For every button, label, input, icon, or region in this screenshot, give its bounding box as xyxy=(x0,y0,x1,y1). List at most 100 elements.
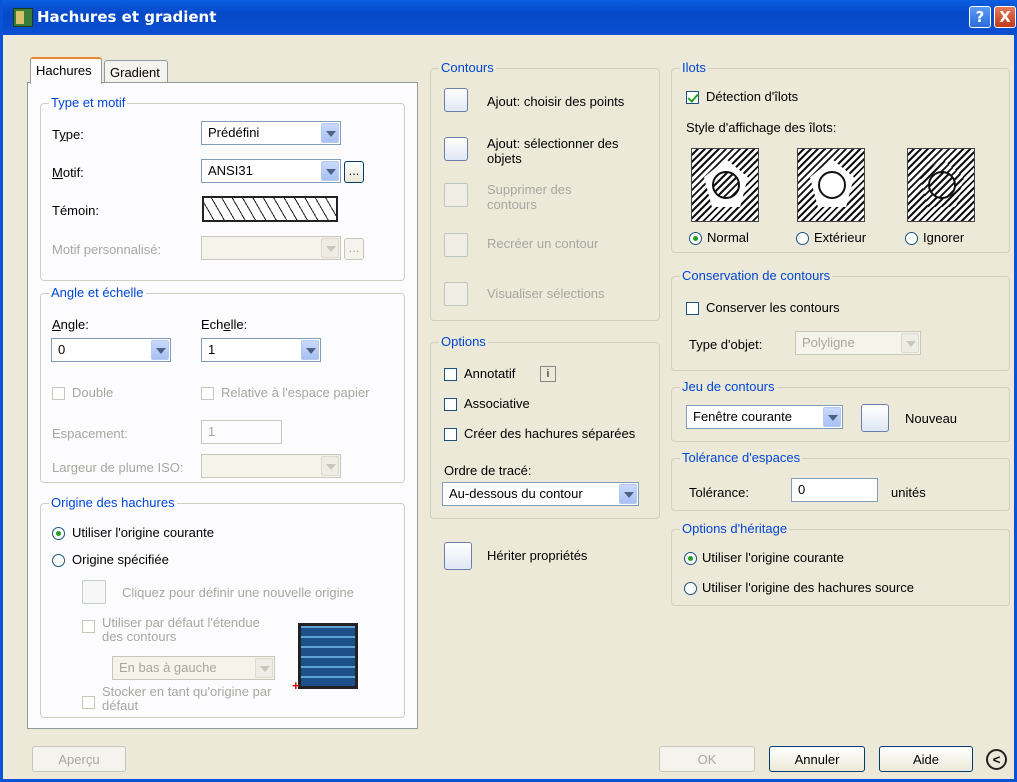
window-title: Hachures et gradient xyxy=(37,8,217,26)
angle-select[interactable]: 0 xyxy=(51,338,171,362)
associative-checkbox[interactable] xyxy=(444,398,457,411)
chevron-down-icon xyxy=(321,123,339,143)
visualiser-label[interactable]: Visualiser sélections xyxy=(487,286,605,301)
ilots-label: Ilots xyxy=(680,60,708,75)
origine-courante-label: Utiliser l'origine courante xyxy=(72,525,214,540)
conservation-label: Conservation de contours xyxy=(680,268,833,283)
pick-origin-icon[interactable] xyxy=(82,580,106,604)
ignorer-label: Ignorer xyxy=(923,230,965,245)
pick-points-icon[interactable] xyxy=(444,88,468,112)
chevron-down-icon xyxy=(321,161,339,181)
ignorer-radio[interactable] xyxy=(905,232,918,245)
angle-value: 0 xyxy=(58,342,66,357)
contours-label: Contours xyxy=(439,60,496,75)
recreer-label[interactable]: Recréer un contour xyxy=(487,236,598,251)
magnifier-icon[interactable] xyxy=(444,282,468,306)
ordre-select[interactable]: Au-dessous du contour xyxy=(442,482,639,506)
remove-boundaries-icon[interactable] xyxy=(444,183,468,207)
heritage-source-radio[interactable] xyxy=(684,582,697,595)
jeu-select[interactable]: Fenêtre courante xyxy=(686,405,843,429)
ok-button[interactable]: OK xyxy=(659,746,755,772)
info-icon[interactable]: i xyxy=(540,366,556,382)
ordre-value: Au-dessous du contour xyxy=(449,486,583,501)
points-label[interactable]: Ajout: choisir des points xyxy=(487,94,624,109)
chevron-down-icon xyxy=(301,340,319,360)
temoin-label: Témoin: xyxy=(52,203,99,218)
angle-label: Angle: xyxy=(52,317,89,332)
type-value: Prédéfini xyxy=(208,125,260,140)
normal-label: Normal xyxy=(707,230,749,245)
chevron-down-icon xyxy=(901,333,919,353)
type-objet-select[interactable]: Polyligne xyxy=(795,331,921,355)
aide-button[interactable]: Aide xyxy=(879,746,973,772)
position-select[interactable]: En bas à gauche xyxy=(112,656,275,680)
app-icon xyxy=(13,8,33,27)
motif-select[interactable]: ANSI31 xyxy=(201,159,341,183)
recreate-boundary-icon[interactable] xyxy=(444,233,468,257)
annuler-button[interactable]: Annuler xyxy=(769,746,865,772)
objets-label[interactable]: Ajout: sélectionner des objets xyxy=(487,136,637,166)
heriter-label[interactable]: Hériter propriétés xyxy=(487,548,587,563)
tolerance-field[interactable]: 0 xyxy=(791,478,878,502)
tab-hachures[interactable]: Hachures xyxy=(30,57,102,84)
exterieur-radio[interactable] xyxy=(796,232,809,245)
type-motif-label: Type et motif xyxy=(49,95,128,110)
select-objects-icon[interactable] xyxy=(444,137,468,161)
origin-marker-icon: + xyxy=(292,678,300,693)
close-button[interactable]: X xyxy=(994,6,1016,28)
normal-radio[interactable] xyxy=(689,232,702,245)
origine-courante-radio[interactable] xyxy=(52,527,65,540)
chevron-down-icon xyxy=(255,658,273,678)
motif-perso-browse-button[interactable]: ... xyxy=(344,238,364,260)
type-label: Type: xyxy=(52,127,84,142)
new-boundary-icon[interactable] xyxy=(861,404,889,432)
detection-label: Détection d'îlots xyxy=(706,89,799,104)
circle-icon xyxy=(712,171,740,199)
help-button[interactable]: ? xyxy=(969,6,991,28)
separees-checkbox[interactable] xyxy=(444,428,457,441)
heritage-courante-label: Utiliser l'origine courante xyxy=(702,550,844,565)
conserver-checkbox[interactable] xyxy=(686,302,699,315)
chevron-down-icon xyxy=(321,238,339,258)
pattern-swatch[interactable] xyxy=(202,196,338,222)
conserver-label: Conserver les contours xyxy=(706,300,840,315)
origin-preview-icon xyxy=(298,623,358,689)
chevron-down-icon xyxy=(823,407,841,427)
tab-gradient[interactable]: Gradient xyxy=(104,60,168,84)
collapse-chevron-icon[interactable]: < xyxy=(986,749,1007,770)
detection-checkbox[interactable] xyxy=(686,91,699,104)
options-label: Options xyxy=(439,334,488,349)
heritage-courante-radio[interactable] xyxy=(684,552,697,565)
title-bar[interactable]: Hachures et gradient ? X xyxy=(3,0,1017,35)
chevron-down-icon xyxy=(619,484,637,504)
circle-icon xyxy=(928,171,956,199)
motif-label: Motif: xyxy=(52,165,84,180)
defaut-etendue-checkbox[interactable] xyxy=(82,620,95,633)
echelle-select[interactable]: 1 xyxy=(201,338,321,362)
ordre-label: Ordre de tracé: xyxy=(444,463,532,478)
inherit-brush-icon[interactable] xyxy=(444,542,472,570)
origine-label: Origine des hachures xyxy=(49,495,177,510)
normal-style-icon[interactable] xyxy=(691,148,759,222)
origine-specifiee-radio[interactable] xyxy=(52,554,65,567)
supprimer-label[interactable]: Supprimer des contours xyxy=(487,182,587,212)
annotatif-label: Annotatif xyxy=(464,366,516,381)
style-label: Style d'affichage des îlots: xyxy=(686,120,837,135)
largeur-select[interactable] xyxy=(201,454,341,478)
double-checkbox[interactable] xyxy=(52,387,65,400)
nouveau-label[interactable]: Nouveau xyxy=(905,411,957,426)
cliquez-label: Cliquez pour définir une nouvelle origin… xyxy=(122,585,354,600)
stocker-checkbox[interactable] xyxy=(82,696,95,709)
exterieur-style-icon[interactable] xyxy=(797,148,865,222)
annotatif-checkbox[interactable] xyxy=(444,368,457,381)
origine-specifiee-label: Origine spécifiée xyxy=(72,552,169,567)
ignorer-style-icon[interactable] xyxy=(907,148,975,222)
motif-browse-button[interactable]: ... xyxy=(344,161,364,183)
espacement-field[interactable]: 1 xyxy=(201,420,282,444)
apercu-button[interactable]: Aperçu xyxy=(32,746,126,772)
type-select[interactable]: Prédéfini xyxy=(201,121,341,145)
exterieur-label: Extérieur xyxy=(814,230,867,245)
tolerance-unit: unités xyxy=(891,485,926,500)
motif-perso-select[interactable] xyxy=(201,236,341,260)
relative-checkbox[interactable] xyxy=(201,387,214,400)
